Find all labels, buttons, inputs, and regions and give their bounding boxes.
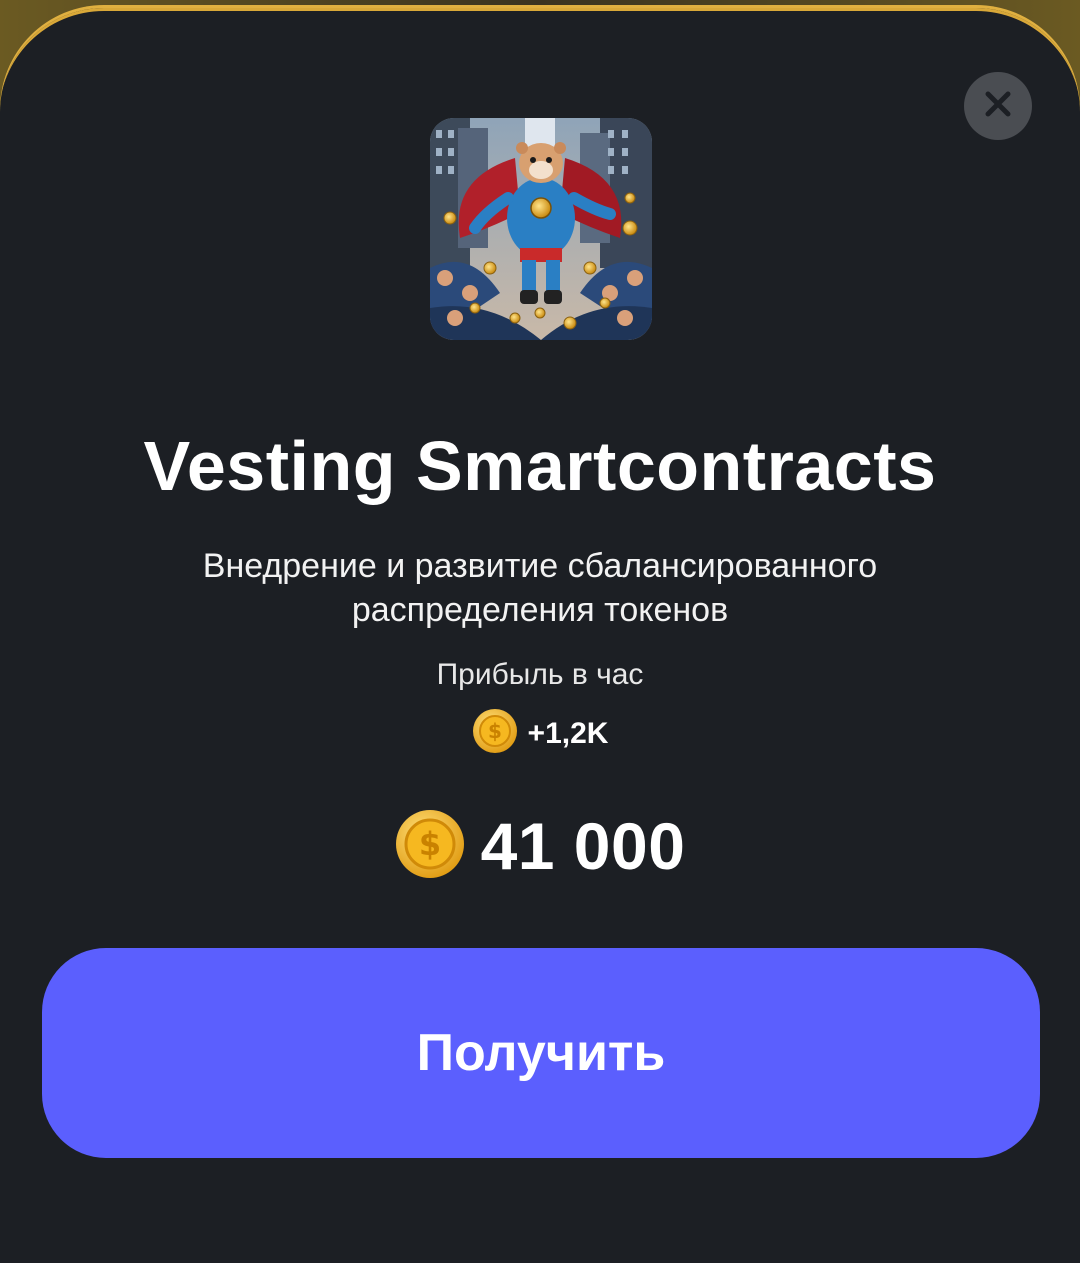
dollar-coin-icon: $ — [472, 708, 518, 759]
close-button[interactable] — [964, 72, 1032, 140]
svg-text:$: $ — [418, 825, 440, 863]
price-value: 41 000 — [480, 809, 686, 883]
profit-per-hour: $ +1,2K — [0, 708, 1080, 759]
card-title: Vesting Smartcontracts — [143, 427, 937, 505]
card-description: Внедрение и развитие сбалансированного р… — [202, 547, 878, 629]
profit-value: +1,2K — [527, 716, 609, 750]
dollar-coin-icon: $ — [395, 809, 465, 884]
get-button[interactable]: Получить — [42, 948, 1040, 1158]
svg-text:$: $ — [488, 719, 502, 743]
price: $ 41 000 — [0, 808, 1080, 884]
hamster-superhero-image — [430, 118, 652, 340]
profit-per-hour-label: Прибыль в час — [436, 658, 644, 691]
close-icon — [983, 89, 1013, 124]
bottom-sheet: Vesting Smartcontracts Внедрение и разви… — [0, 8, 1080, 1263]
